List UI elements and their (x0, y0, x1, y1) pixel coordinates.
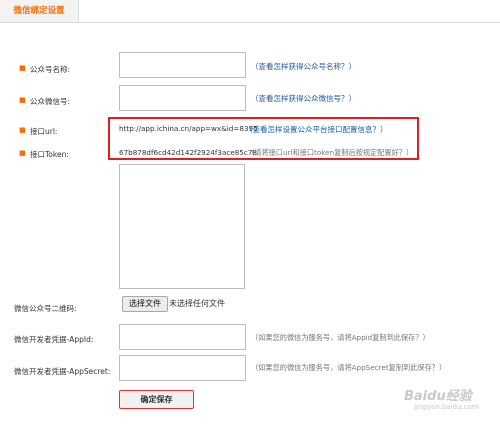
qr-code-preview (119, 164, 245, 289)
account-id-help-link[interactable]: （查看怎样获得公众微信号？） (251, 93, 356, 104)
interface-token-label: 接口Token: (30, 150, 69, 159)
app-id-label: 微信开发者凭据-AppId: (14, 335, 94, 344)
interface-token-hint: （请将接口url和接口token复制后按规定配置好？） (247, 148, 414, 157)
qr-code-label: 微信公众号二维码: (14, 304, 77, 313)
interface-url-help-link[interactable]: （查看怎样设置公众平台接口配置信息？） (245, 124, 388, 135)
watermark-url: jingyan.baidu.com (414, 403, 479, 411)
account-name-label: 公众号名称: (30, 65, 71, 74)
interface-url-value: http://app.ichina.cn/app=wx&id=8395 (119, 124, 258, 133)
app-id-input[interactable] (119, 324, 246, 350)
choose-file-button[interactable]: 选择文件 (122, 296, 168, 312)
app-id-hint: （如果您的微信为服务号，请将Appid复制到此保存？） (251, 333, 430, 342)
account-name-help-link[interactable]: （查看怎样获得公众号名称？） (251, 61, 356, 72)
app-secret-input[interactable] (119, 355, 246, 381)
interface-token-value: 67b878df6cd42d142f2924f3ace85c78 (119, 148, 257, 157)
tab-wechat-binding-settings[interactable]: 微信绑定设置 (0, 0, 79, 22)
account-id-input[interactable] (119, 85, 246, 111)
interface-url-label: 接口url: (30, 127, 58, 136)
required-bullet: ■ (19, 64, 26, 72)
save-button[interactable]: 确定保存 (119, 390, 194, 409)
required-bullet: ■ (19, 149, 26, 157)
account-name-input[interactable] (119, 52, 246, 78)
required-bullet: ■ (19, 96, 26, 104)
required-bullet: ■ (19, 126, 26, 134)
account-id-label: 公众微信号: (30, 97, 71, 106)
file-status-text: 未选择任何文件 (169, 299, 225, 308)
app-secret-label: 微信开发者凭据-AppSecret: (14, 367, 111, 376)
baidu-jingyan-watermark: Baidu经验 (404, 389, 472, 404)
app-secret-hint: （如果您的微信为服务号，请将AppSecret复制到此保存？） (251, 363, 447, 372)
